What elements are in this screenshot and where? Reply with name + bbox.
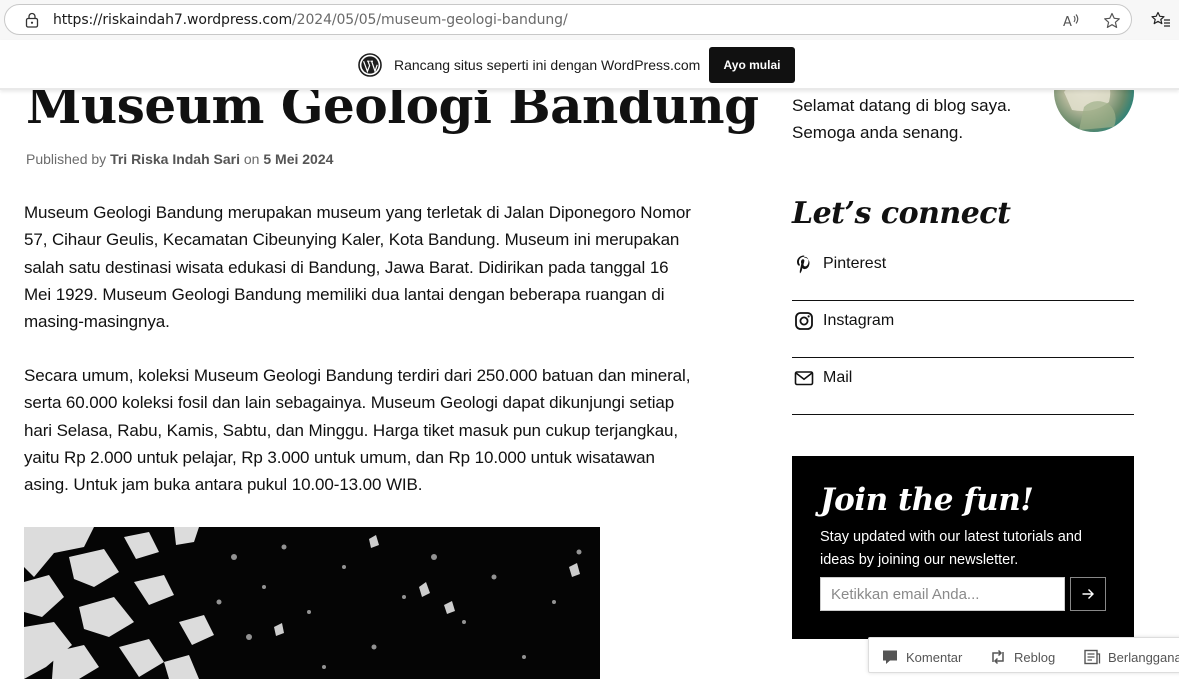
comment-label: Komentar	[906, 649, 963, 665]
newsletter-description: Stay updated with our latest tutorials a…	[820, 529, 1082, 568]
post-paragraph: Museum Geologi Bandung merupakan museum …	[24, 203, 691, 332]
address-bar[interactable]: https://riskaindah7.wordpress.com/2024/0…	[4, 4, 1132, 35]
subscribe-icon	[1084, 649, 1101, 665]
wordpress-promo-banner: Rancang situs seperti ini dengan WordPre…	[0, 40, 1179, 90]
banner-text: Rancang situs seperti ini dengan WordPre…	[394, 57, 701, 73]
instagram-icon	[795, 312, 813, 330]
reblog-icon	[992, 649, 1004, 665]
post-meta: Published by Tri Riska Indah Sari on 5 M…	[26, 151, 333, 167]
arrow-right-icon	[1082, 589, 1094, 599]
connect-heading: Let’s connect	[792, 196, 1011, 231]
lock-icon[interactable]	[25, 12, 39, 28]
newsletter-signup: Join the fun! Stay updated with our late…	[792, 456, 1134, 639]
subscribe-submit-button[interactable]	[1070, 577, 1106, 611]
browser-toolbar: https://riskaindah7.wordpress.com/2024/0…	[0, 0, 1179, 40]
url-path: /2024/05/05/museum-geologi-bandung/	[292, 12, 568, 28]
comment-icon	[883, 650, 897, 664]
social-label-instagram: Instagram	[823, 312, 895, 329]
url-text[interactable]: https://riskaindah7.wordpress.com/2024/0…	[53, 12, 568, 28]
post-action-bar: Komentar Reblog Berlangganan	[868, 637, 1179, 673]
svg-text:A: A	[1063, 15, 1072, 30]
subscribe-button[interactable]: Berlangganan	[1083, 647, 1179, 667]
meta-on-label: on	[243, 151, 260, 167]
wordpress-logo-icon	[358, 53, 382, 77]
read-aloud-icon[interactable]: A	[1062, 12, 1080, 30]
social-label-pinterest: Pinterest	[823, 255, 887, 272]
mail-icon	[794, 371, 814, 386]
newsletter-heading: Join the fun!	[820, 482, 1034, 518]
post-image	[24, 527, 600, 679]
meta-published-label: Published by	[26, 151, 107, 167]
social-link-pinterest[interactable]: Pinterest	[792, 244, 1134, 301]
get-started-button[interactable]: Ayo mulai	[709, 47, 795, 83]
post-date-link[interactable]: 5 Mei 2024	[263, 151, 333, 167]
social-link-mail[interactable]: Mail	[792, 358, 1134, 415]
pinterest-icon	[797, 255, 810, 274]
favorites-bar-icon[interactable]	[1151, 11, 1171, 29]
comment-button[interactable]: Komentar	[881, 647, 962, 667]
subscribe-label: Berlangganan	[1108, 649, 1179, 665]
url-host: https://riskaindah7.wordpress.com	[53, 12, 293, 28]
post-paragraph: Secara umum, koleksi Museum Geologi Band…	[24, 366, 691, 495]
reblog-button[interactable]: Reblog	[989, 647, 1055, 667]
email-field[interactable]	[820, 577, 1065, 611]
reblog-label: Reblog	[1014, 649, 1056, 665]
social-label-mail: Mail	[823, 369, 853, 386]
about-text: Selamat datang di blog saya. Semoga anda…	[792, 96, 1012, 142]
star-favorite-icon[interactable]	[1103, 12, 1121, 30]
social-link-instagram[interactable]: Instagram	[792, 301, 1134, 358]
post-image-graphic	[24, 527, 600, 679]
author-link[interactable]: Tri Riska Indah Sari	[110, 151, 240, 167]
